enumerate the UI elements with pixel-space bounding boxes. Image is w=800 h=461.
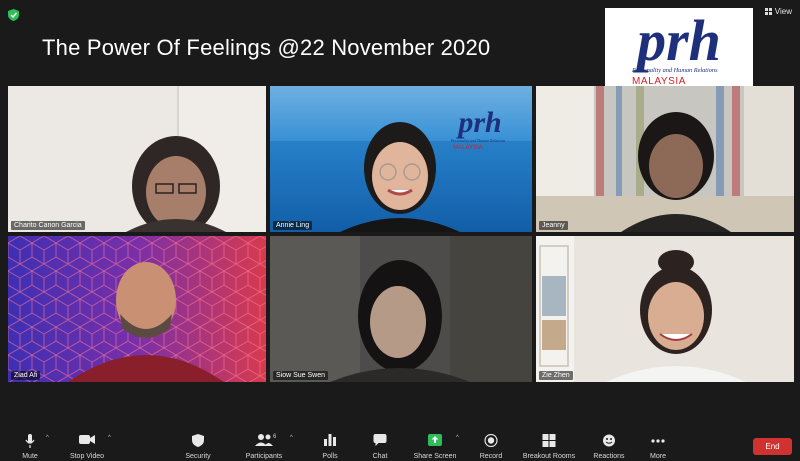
- grid-view-icon: [764, 8, 772, 15]
- share-screen-label: Share Screen: [413, 453, 457, 460]
- background-logo-country: MALAYSIA: [453, 145, 483, 151]
- chat-label: Chat: [372, 453, 388, 460]
- chat-button[interactable]: Chat: [366, 427, 394, 461]
- participant-tile[interactable]: Charito Canon Garcia: [8, 86, 266, 232]
- video-feed: [536, 86, 794, 232]
- stop-video-label: Stop Video: [69, 453, 105, 460]
- security-shield-icon: [192, 434, 204, 447]
- breakout-rooms-button[interactable]: Breakout Rooms: [520, 427, 578, 461]
- video-camera-icon: [79, 435, 95, 444]
- stop-video-button[interactable]: Stop Video: [66, 427, 108, 461]
- share-screen-button[interactable]: Share Screen: [412, 427, 458, 461]
- prh-logo-text: prh: [632, 8, 721, 73]
- video-options-caret-icon[interactable]: ^: [108, 435, 111, 441]
- prh-logo: prh Personality and Human Relations MALA…: [605, 8, 753, 88]
- participant-tile-active-speaker[interactable]: prh Personality and Human Relations MALA…: [270, 86, 532, 232]
- participant-tile[interactable]: Jeanny: [536, 86, 794, 232]
- record-icon: [484, 434, 498, 447]
- video-feed: prh Personality and Human Relations MALA…: [270, 86, 532, 232]
- more-button[interactable]: More: [644, 427, 672, 461]
- meeting-toolbar: Mute ^ Stop Video ^ Security Participant…: [0, 427, 800, 461]
- background-logo-subtitle: Personality and Human Relations: [450, 138, 506, 143]
- end-meeting-button[interactable]: End: [753, 438, 792, 455]
- video-feed: [8, 236, 266, 382]
- logo-subtitle: Personality and Human Relations: [632, 67, 718, 74]
- mute-button[interactable]: Mute: [14, 427, 46, 461]
- mute-options-caret-icon[interactable]: ^: [46, 435, 49, 441]
- polls-bar-icon: [324, 434, 336, 446]
- microphone-icon: [25, 434, 35, 448]
- participants-count: 6: [273, 434, 277, 440]
- breakout-rooms-label: Breakout Rooms: [522, 453, 576, 460]
- participants-options-caret-icon[interactable]: ^: [290, 435, 293, 441]
- record-label: Record: [479, 453, 503, 460]
- mute-label: Mute: [22, 453, 38, 460]
- participant-tile[interactable]: Zie Zhen: [536, 236, 794, 382]
- participant-name: Jeanny: [539, 221, 568, 230]
- security-label: Security: [185, 453, 211, 460]
- view-label: View: [774, 7, 792, 16]
- video-feed: [536, 236, 794, 382]
- video-feed: [8, 86, 266, 232]
- chat-bubble-icon: [373, 434, 387, 446]
- polls-button[interactable]: Polls: [316, 427, 344, 461]
- reactions-label: Reactions: [593, 453, 625, 460]
- background-prh-logo: prh: [455, 106, 501, 139]
- encryption-shield-icon[interactable]: [8, 9, 19, 21]
- view-button[interactable]: View: [764, 7, 792, 16]
- breakout-rooms-icon: [542, 434, 556, 447]
- participant-name: Siow Sue Swen: [273, 371, 329, 380]
- more-label: More: [650, 453, 666, 460]
- participants-button[interactable]: Participants: [242, 427, 286, 461]
- participant-tile[interactable]: Ziad Afi: [8, 236, 266, 382]
- reactions-button[interactable]: Reactions: [592, 427, 626, 461]
- video-feed: [270, 236, 532, 382]
- participant-name: Zie Zhen: [539, 371, 573, 380]
- participant-tile[interactable]: Siow Sue Swen: [270, 236, 532, 382]
- reactions-smiley-icon: [603, 434, 615, 447]
- share-options-caret-icon[interactable]: ^: [456, 435, 459, 441]
- participant-name: Annie Ling: [273, 221, 313, 230]
- share-screen-icon: [428, 434, 442, 446]
- participants-label: Participants: [245, 453, 283, 460]
- participant-name: Ziad Afi: [11, 371, 41, 380]
- meeting-title: The Power Of Feelings @22 November 2020: [42, 35, 491, 60]
- more-dots-icon: [651, 439, 665, 443]
- security-button[interactable]: Security: [182, 427, 214, 461]
- participant-name: Charito Canon Garcia: [11, 221, 85, 230]
- participants-icon: [255, 434, 273, 446]
- polls-label: Polls: [322, 453, 338, 460]
- record-button[interactable]: Record: [476, 427, 506, 461]
